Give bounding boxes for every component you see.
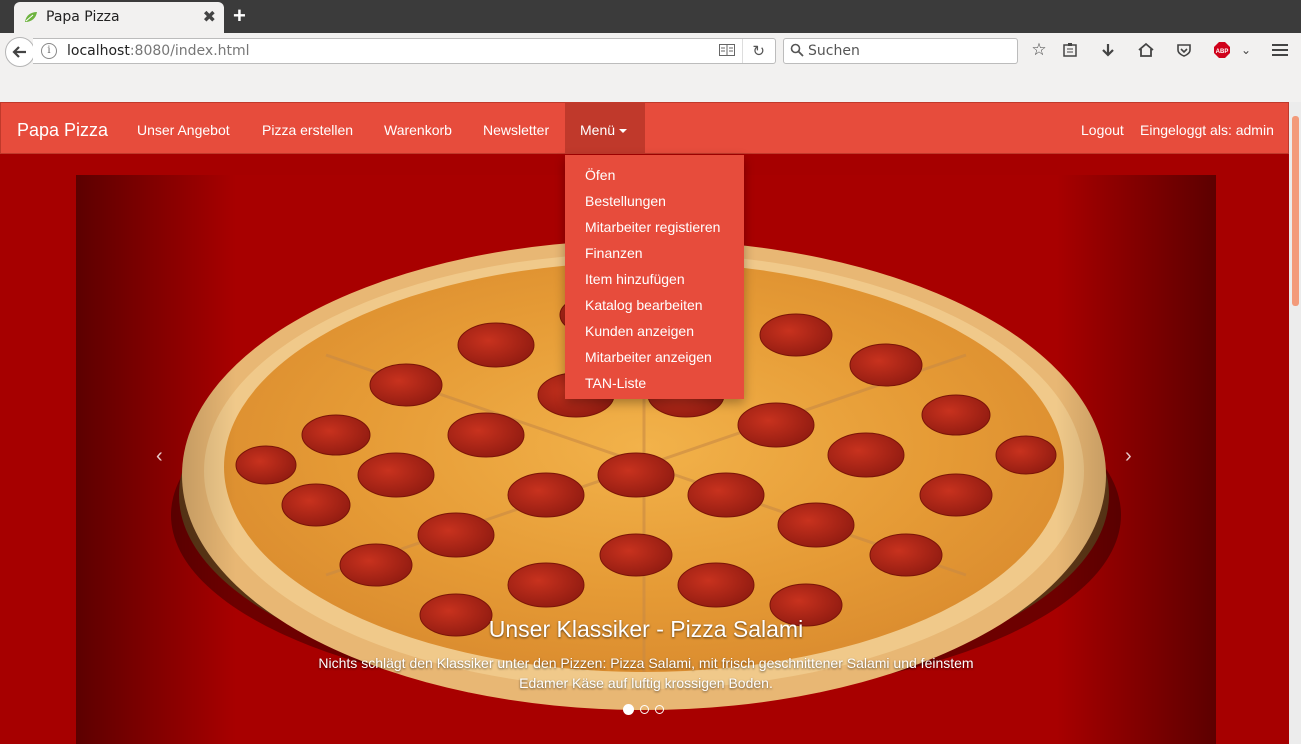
- menu-label: Menü: [580, 122, 616, 138]
- pocket-shield-icon: [1177, 44, 1191, 57]
- url-path: :8080/index.html: [129, 43, 250, 59]
- new-tab-button[interactable]: +: [233, 3, 246, 29]
- tab-title: Papa Pizza: [46, 9, 120, 25]
- dropdown-item-item-hinzufuegen[interactable]: Item hinzufügen: [585, 271, 685, 287]
- page-scrollbar[interactable]: [1289, 102, 1301, 744]
- home-icon[interactable]: [1136, 40, 1156, 60]
- dropdown-item-mitarbeiter-registieren[interactable]: Mitarbeiter registieren: [585, 219, 720, 235]
- back-button[interactable]: [5, 37, 35, 67]
- carousel-right-shade: [1056, 175, 1216, 744]
- browser-tabbar: Papa Pizza ✖ +: [0, 0, 1301, 33]
- dropdown-item-tan-liste[interactable]: TAN-Liste: [585, 375, 646, 391]
- carousel-indicator-3[interactable]: [655, 705, 664, 714]
- search-bar[interactable]: Suchen: [783, 38, 1018, 64]
- carousel-indicator-1[interactable]: [623, 704, 634, 715]
- site-navbar: Papa Pizza Unser Angebot Pizza erstellen…: [0, 102, 1289, 154]
- dropdown-item-katalog-bearbeiten[interactable]: Katalog bearbeiten: [585, 297, 703, 313]
- nav-menu-toggle[interactable]: Menü: [580, 122, 628, 138]
- url-bar[interactable]: i localhost:8080/index.html ↻: [33, 38, 776, 64]
- carousel-next-icon[interactable]: ›: [1125, 445, 1132, 468]
- carousel-caption-title: Unser Klassiker - Pizza Salami: [488, 616, 804, 642]
- info-icon[interactable]: i: [41, 43, 57, 59]
- nav-pizza-erstellen[interactable]: Pizza erstellen: [262, 122, 353, 138]
- bookmark-star-icon[interactable]: ☆: [1029, 40, 1049, 60]
- url-host: localhost: [67, 43, 130, 59]
- carousel-prev-icon[interactable]: ‹: [156, 445, 163, 468]
- carousel-indicators: [623, 704, 664, 715]
- nav-newsletter[interactable]: Newsletter: [483, 122, 549, 138]
- nav-unser-angebot[interactable]: Unser Angebot: [137, 122, 230, 138]
- arrow-left-icon: [12, 46, 26, 58]
- scroll-thumb[interactable]: [1292, 116, 1299, 306]
- download-icon[interactable]: [1098, 40, 1118, 60]
- pocket-icon[interactable]: [1174, 40, 1194, 60]
- browser-tab[interactable]: Papa Pizza ✖: [14, 2, 224, 33]
- nav-warenkorb[interactable]: Warenkorb: [384, 122, 452, 138]
- reader-view-icon[interactable]: [719, 44, 735, 56]
- menu-lines-icon: [1272, 44, 1288, 56]
- abp-stop-icon: ABP: [1214, 42, 1230, 58]
- dropdown-item-bestellungen[interactable]: Bestellungen: [585, 193, 666, 209]
- dropdown-item-mitarbeiter-anzeigen[interactable]: Mitarbeiter anzeigen: [585, 349, 712, 365]
- arrow-down-icon: [1102, 44, 1114, 57]
- clipboard-icon: [1063, 43, 1077, 57]
- url-text[interactable]: localhost:8080/index.html: [67, 43, 250, 59]
- hamburger-menu-icon[interactable]: [1270, 40, 1290, 60]
- url-separator: [742, 39, 743, 63]
- tab-close-icon[interactable]: ✖: [203, 7, 216, 27]
- dropdown-item-oefen[interactable]: Öfen: [585, 167, 615, 183]
- browser-toolbar-spacer: [0, 69, 1301, 103]
- adblock-icon[interactable]: ABP: [1212, 40, 1232, 60]
- logged-in-user: Eingeloggt als: admin: [1140, 122, 1274, 138]
- menu-dropdown: Öfen Bestellungen Mitarbeiter registiere…: [565, 155, 744, 399]
- search-icon: [790, 43, 804, 57]
- reload-icon[interactable]: ↻: [752, 42, 765, 60]
- carousel-caption-text: Nichts schlägt den Klassiker unter den P…: [318, 655, 974, 691]
- carousel-indicator-2[interactable]: [640, 705, 649, 714]
- library-icon[interactable]: [1060, 40, 1080, 60]
- leaf-icon: [25, 12, 37, 22]
- dropdown-item-finanzen[interactable]: Finanzen: [585, 245, 643, 261]
- abp-label: ABP: [1216, 49, 1229, 55]
- search-placeholder: Suchen: [808, 43, 860, 59]
- caret-down-icon: [619, 129, 628, 134]
- dropdown-item-kunden-anzeigen[interactable]: Kunden anzeigen: [585, 323, 694, 339]
- house-icon: [1138, 42, 1154, 57]
- logout-link[interactable]: Logout: [1081, 122, 1124, 138]
- chevron-down-icon[interactable]: ⌄: [1236, 40, 1256, 60]
- brand-link[interactable]: Papa Pizza: [17, 120, 108, 141]
